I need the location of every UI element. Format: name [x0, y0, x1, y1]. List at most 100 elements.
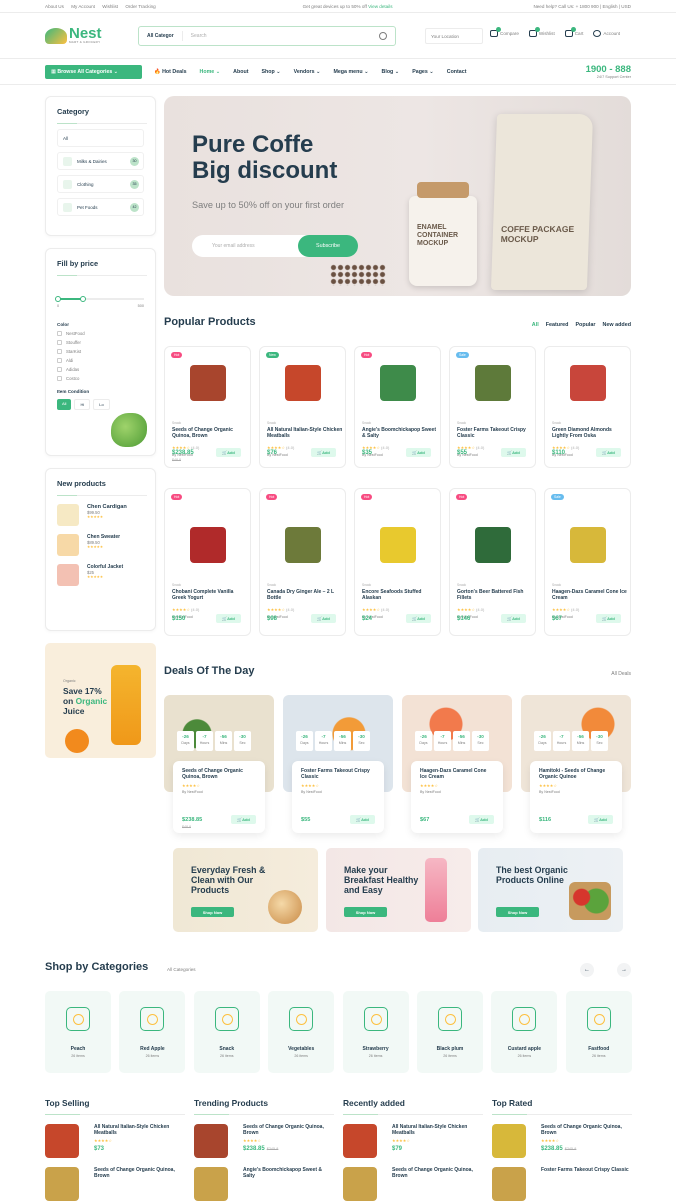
category-card[interactable]: Strawberry 26 items [342, 991, 409, 1073]
product-name[interactable]: Seeds of Change Organic Quinoa, Brown [541, 1124, 632, 1136]
banner-fresh[interactable]: Everyday Fresh & Clean with Our Products… [173, 848, 318, 932]
organic-juice-promo[interactable]: Organic Save 17% on Organic Juice [45, 643, 156, 758]
search-icon[interactable] [379, 32, 387, 40]
product-name[interactable]: Angie's Boomchickapop Sweet & Salty [243, 1167, 334, 1179]
product-name[interactable]: Foster Farms Takeout Crispy Classic [541, 1167, 629, 1173]
add-to-cart-button[interactable]: 🛒 Add [311, 448, 336, 457]
product-card[interactable]: Hot Snack Chobani Complete Vanilla Greek Y… [164, 488, 251, 636]
condition-all-button[interactable]: All [57, 399, 72, 410]
product-name[interactable]: Canada Dry Ginger Ale – 2 L Bottle [267, 589, 343, 601]
top-link-about[interactable]: About Us [45, 4, 64, 9]
nav-mega-menu[interactable]: Mega menu ⌄ [333, 69, 368, 75]
nav-shop[interactable]: Shop ⌄ [261, 69, 280, 75]
deal-card[interactable]: -26 Days -7 Hours -56 Mins -30 Sec Seeds of Chan… [164, 695, 274, 835]
filter-checkbox[interactable]: Costco [57, 376, 155, 381]
list-item[interactable]: Seeds of Change Organic Quinoa, Brown ★★★… [194, 1124, 334, 1158]
product-name[interactable]: Seeds of Change Organic Quinoa, Brown [94, 1167, 185, 1179]
product-name[interactable]: Haagen-Dazs Caramel Cone Ice Cream [552, 589, 628, 601]
add-to-cart-button[interactable]: 🛒 Add [406, 614, 431, 623]
add-to-cart-button[interactable]: 🛒 Add [501, 614, 526, 623]
search-input[interactable]: Search [191, 33, 379, 39]
product-name[interactable]: All Natural Italian-Style Chicken Meatba… [94, 1124, 185, 1136]
deal-name[interactable]: Hamitoki - Seeds of Change Organic Quino… [539, 768, 613, 780]
product-name[interactable]: Angie's Boomchickapop Sweet & Salty [362, 427, 438, 439]
shop-now-button[interactable]: Shop Now [191, 907, 234, 917]
category-card[interactable]: Red Apple 26 items [119, 991, 186, 1073]
search-category-select[interactable]: All Categor [139, 31, 183, 41]
category-item[interactable]: Milks & Dairies 30 [57, 152, 144, 170]
product-name[interactable]: Gorton's Beer Battered Fish Fillets [457, 589, 533, 601]
product-card[interactable]: Sale Snack Haagen-Dazs Caramel Cone Ice Cr… [544, 488, 631, 636]
location-select[interactable]: Your Location [425, 28, 483, 44]
view-details-link[interactable]: View details [368, 4, 392, 9]
banner-organic[interactable]: The best Organic Products Online Shop No… [478, 848, 623, 932]
carousel-prev-button[interactable]: ← [580, 963, 594, 977]
wishlist-button[interactable]: Wishlist [528, 27, 555, 37]
list-item[interactable]: Foster Farms Takeout Crispy Classic [492, 1167, 632, 1201]
product-name[interactable]: Chobani Complete Vanilla Greek Yogurt [172, 589, 248, 601]
top-link-wishlist[interactable]: Wishlist [102, 4, 118, 9]
tab-featured[interactable]: Featured [546, 322, 569, 328]
add-to-cart-button[interactable]: 🛒 Add [216, 448, 241, 457]
nav-pages[interactable]: Pages ⌄ [412, 69, 434, 75]
nav-contact[interactable]: Contact [447, 69, 467, 75]
new-product-item[interactable]: Colorful Jacket $25 ★★★★★ [57, 564, 155, 586]
product-card[interactable]: Hot Snack Canada Dry Ginger Ale – 2 L Bott… [259, 488, 346, 636]
filter-checkbox[interactable]: Adidas [57, 367, 155, 372]
product-name[interactable]: Foster Farms Takeout Crispy Classic [457, 427, 533, 439]
add-to-cart-button[interactable]: 🛒 Add [350, 815, 375, 824]
product-name[interactable]: All Natural Italian-Style Chicken Meatba… [267, 427, 343, 439]
nav-vendors[interactable]: Vendors ⌄ [294, 69, 321, 75]
category-item[interactable]: Clothing 35 [57, 175, 144, 193]
category-item[interactable]: Pet Foods 42 [57, 198, 144, 216]
language-select[interactable]: English [602, 4, 617, 9]
product-name[interactable]: Seeds of Change Organic Quinoa, Brown [243, 1124, 334, 1136]
product-card[interactable]: Hot Snack Seeds of Change Organic Quinoa, … [164, 346, 251, 468]
compare-button[interactable]: Compare [490, 27, 519, 37]
list-item[interactable]: All Natural Italian-Style Chicken Meatba… [45, 1124, 185, 1158]
top-link-account[interactable]: My Account [71, 4, 95, 9]
product-card[interactable]: Hot Snack Encore Seafoods Stuffed Alaskan ★… [354, 488, 441, 636]
add-to-cart-button[interactable]: 🛒 Add [596, 614, 621, 623]
filter-checkbox[interactable]: Stouffer [57, 340, 155, 345]
cart-button[interactable]: Cart [564, 27, 583, 37]
category-card[interactable]: Black plum 26 items [417, 991, 483, 1073]
slider-handle-max[interactable] [80, 296, 86, 302]
logo[interactable]: Nest MART & GROCERY [45, 26, 137, 44]
list-item[interactable]: Seeds of Change Organic Quinoa, Brown [45, 1167, 185, 1201]
currency-select[interactable]: USD [621, 4, 631, 9]
product-card[interactable]: Hot Snack Gorton's Beer Battered Fish Fill… [449, 488, 536, 636]
product-card[interactable]: Sale Snack Foster Farms Takeout Crispy Cla… [449, 346, 536, 468]
list-item[interactable]: Angie's Boomchickapop Sweet & Salty [194, 1167, 334, 1201]
deal-card[interactable]: -26 Days -7 Hours -56 Mins -30 Sec Haagen-Dazs C… [402, 695, 512, 835]
all-deals-link[interactable]: All Deals [611, 671, 631, 677]
condition-lo-button[interactable]: Lo [93, 399, 110, 410]
add-to-cart-button[interactable]: 🛒 Add [311, 614, 336, 623]
shop-now-button[interactable]: Shop Now [496, 907, 539, 917]
condition-hi-button[interactable]: Hi [74, 399, 91, 410]
product-name[interactable]: Encore Seafoods Stuffed Alaskan [362, 589, 438, 601]
new-product-item[interactable]: Chen Cardigan $99.50 ★★★★★ [57, 504, 155, 526]
price-slider[interactable] [55, 296, 144, 302]
browse-categories-button[interactable]: ▦ Browse All Categories ⌄ [45, 64, 142, 79]
add-to-cart-button[interactable]: 🛒 Add [216, 614, 241, 623]
support-center[interactable]: 1900 - 888 24/7 Support Center [586, 64, 631, 79]
nav-hot-deals[interactable]: 🔥 Hot Deals [154, 69, 187, 75]
tab-popular[interactable]: Popular [575, 322, 595, 328]
account-button[interactable]: Account [593, 30, 620, 37]
product-card[interactable]: Hot Snack Angie's Boomchickapop Sweet & Sa… [354, 346, 441, 468]
nav-about[interactable]: About [233, 69, 248, 75]
list-item[interactable]: Seeds of Change Organic Quinoa, Brown [343, 1167, 483, 1201]
product-name[interactable]: Seeds of Change Organic Quinoa, Brown [172, 427, 248, 439]
deal-name[interactable]: Foster Farms Takeout Crispy Classic [301, 768, 375, 780]
carousel-next-button[interactable]: → [617, 963, 631, 977]
category-all[interactable]: All [57, 129, 144, 147]
add-to-cart-button[interactable]: 🛒 Add [588, 815, 613, 824]
product-name[interactable]: All Natural Italian-Style Chicken Meatba… [392, 1124, 483, 1136]
tab-new-added[interactable]: New added [603, 322, 631, 328]
search-bar[interactable]: All Categor Search [138, 26, 396, 46]
new-product-item[interactable]: Chen Sweater $89.50 ★★★★★ [57, 534, 155, 556]
banner-breakfast[interactable]: Make your Breakfast Healthy and Easy Sho… [326, 848, 471, 932]
filter-checkbox[interactable]: Aldi [57, 358, 155, 363]
subscribe-button[interactable]: Subscribe [298, 235, 358, 257]
